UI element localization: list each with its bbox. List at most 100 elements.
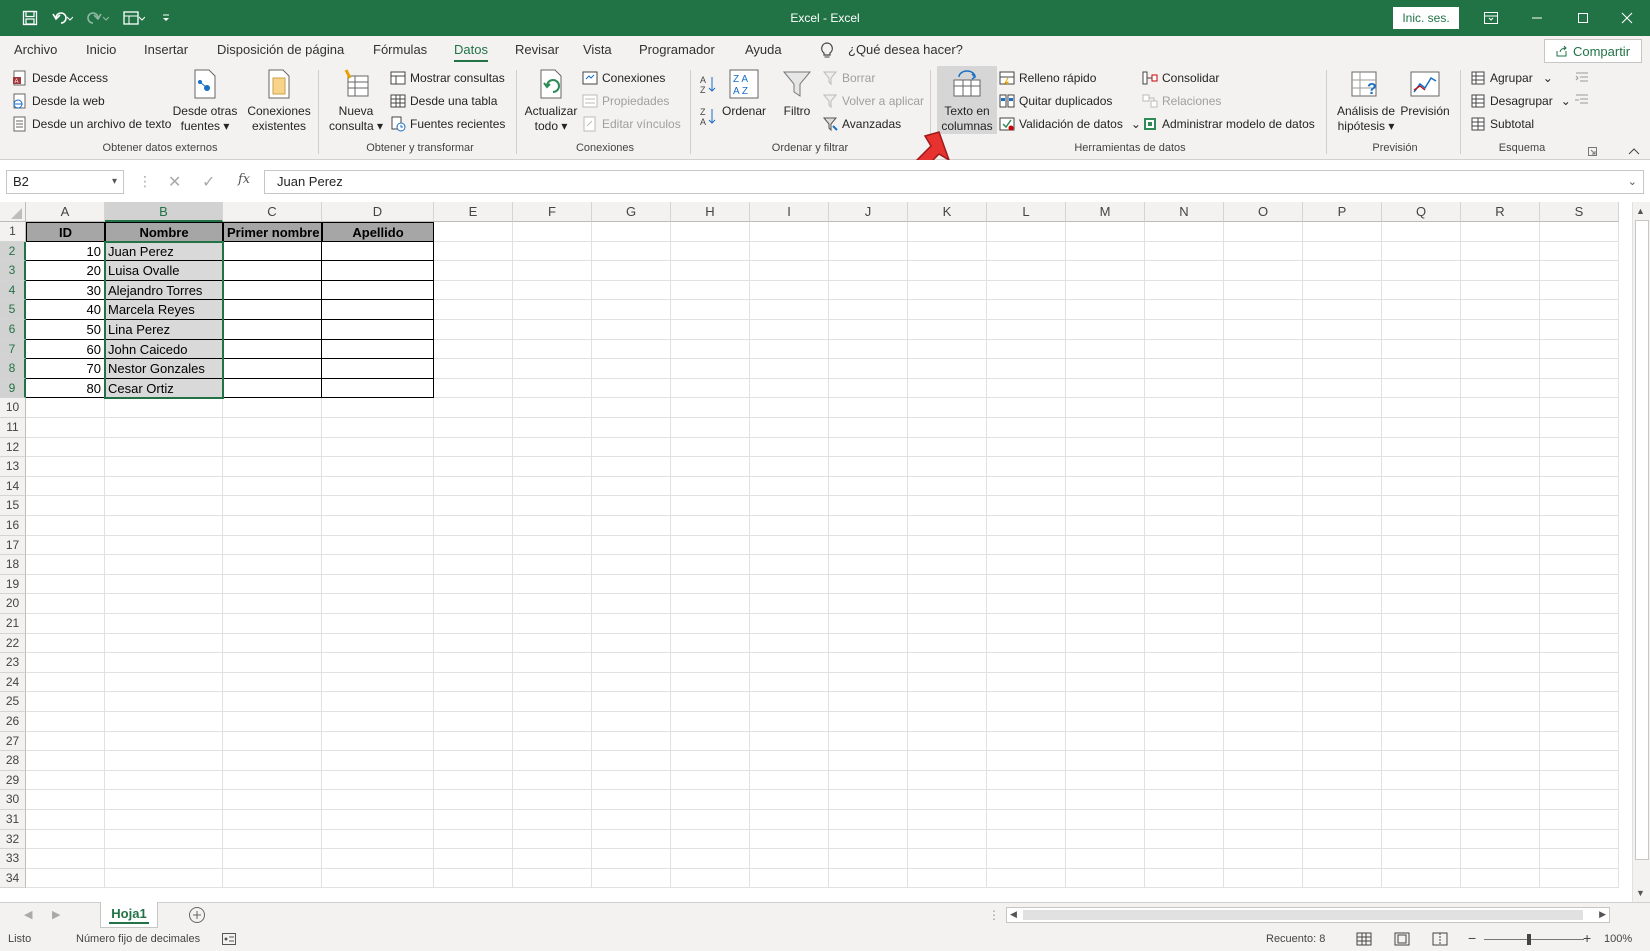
cell[interactable] — [671, 359, 750, 379]
select-all-corner[interactable] — [0, 202, 26, 222]
cell[interactable] — [987, 712, 1066, 732]
h-scroll-thumb[interactable] — [1023, 910, 1583, 920]
cell[interactable] — [1461, 359, 1540, 379]
table-cell-id[interactable]: 40 — [26, 300, 105, 320]
cell[interactable] — [434, 614, 513, 634]
cell[interactable] — [434, 712, 513, 732]
cell[interactable] — [1224, 653, 1303, 673]
cell[interactable] — [322, 398, 434, 418]
cell[interactable] — [26, 535, 105, 556]
cell[interactable] — [829, 653, 908, 673]
cell[interactable] — [434, 339, 513, 360]
cell[interactable] — [223, 653, 322, 673]
cell[interactable] — [1461, 614, 1540, 634]
cell[interactable] — [513, 790, 592, 810]
column-header[interactable]: R — [1461, 202, 1540, 222]
tab-disposicion[interactable]: Disposición de página — [217, 42, 344, 57]
cell[interactable] — [987, 790, 1066, 810]
chevron-down-icon[interactable]: ▾ — [112, 171, 117, 193]
cell[interactable] — [1461, 516, 1540, 536]
tab-revisar[interactable]: Revisar — [515, 42, 559, 57]
cell[interactable] — [322, 731, 434, 752]
tab-archivo[interactable]: Archivo — [14, 42, 57, 57]
cell[interactable] — [1382, 359, 1461, 379]
cell[interactable] — [26, 712, 105, 732]
cell[interactable] — [908, 300, 987, 320]
cell[interactable] — [1540, 731, 1619, 752]
cell[interactable] — [105, 574, 223, 595]
cell[interactable] — [1303, 712, 1382, 732]
table-cell-apellido[interactable] — [322, 339, 434, 360]
dialog-launcher-icon[interactable] — [1588, 145, 1597, 159]
analisis-hipotesis-button[interactable]: ? Análisis de hipótesis ▾ — [1332, 68, 1400, 134]
column-header[interactable]: E — [434, 202, 513, 222]
tab-ayuda[interactable]: Ayuda — [745, 42, 782, 57]
cell[interactable] — [671, 555, 750, 575]
cell[interactable] — [1224, 594, 1303, 614]
cell[interactable] — [1303, 241, 1382, 262]
cell[interactable] — [1382, 614, 1461, 634]
cell[interactable] — [829, 829, 908, 850]
cell[interactable] — [1382, 770, 1461, 791]
cell[interactable] — [1461, 672, 1540, 693]
cell[interactable] — [513, 849, 592, 869]
cell[interactable] — [223, 868, 322, 889]
cell[interactable] — [1224, 574, 1303, 595]
cell[interactable] — [1303, 653, 1382, 673]
cell[interactable] — [434, 359, 513, 379]
cell[interactable] — [513, 868, 592, 889]
cell[interactable] — [1461, 594, 1540, 614]
cell[interactable] — [513, 300, 592, 320]
column-header[interactable]: M — [1066, 202, 1145, 222]
tell-me-input[interactable]: ¿Qué desea hacer? — [848, 42, 963, 57]
cell[interactable] — [671, 457, 750, 477]
cell[interactable] — [987, 516, 1066, 536]
customize-icon[interactable] — [152, 0, 180, 36]
column-header[interactable]: Q — [1382, 202, 1461, 222]
cell[interactable] — [322, 418, 434, 438]
cell[interactable] — [987, 770, 1066, 791]
cell[interactable] — [908, 672, 987, 693]
cell[interactable] — [1382, 653, 1461, 673]
cell[interactable] — [1540, 300, 1619, 320]
cell[interactable] — [750, 535, 829, 556]
cell[interactable] — [908, 849, 987, 869]
cell[interactable] — [592, 751, 671, 771]
zoom-out-icon[interactable]: − — [1468, 930, 1476, 946]
table-cell-nombre[interactable]: Juan Perez — [105, 241, 223, 262]
cell[interactable] — [987, 418, 1066, 438]
cell[interactable] — [434, 261, 513, 281]
cell[interactable] — [1382, 535, 1461, 556]
cell[interactable] — [908, 594, 987, 614]
cell[interactable] — [1461, 574, 1540, 595]
cell[interactable] — [434, 300, 513, 320]
desde-web-button[interactable]: Desde la web — [12, 90, 105, 112]
cell[interactable] — [26, 594, 105, 614]
name-box[interactable]: B2 ▾ — [6, 170, 124, 194]
cell[interactable] — [26, 829, 105, 850]
cell[interactable] — [1540, 868, 1619, 889]
table-cell-primer-nombre[interactable] — [223, 359, 322, 379]
cell[interactable] — [829, 868, 908, 889]
cell[interactable] — [26, 770, 105, 791]
cell[interactable] — [671, 418, 750, 438]
cell[interactable] — [434, 378, 513, 399]
cell[interactable] — [829, 555, 908, 575]
cell[interactable] — [987, 241, 1066, 262]
consolidar-button[interactable]: Consolidar — [1142, 67, 1219, 89]
cell[interactable] — [829, 398, 908, 418]
cell[interactable] — [1540, 222, 1619, 242]
sign-in-button[interactable]: Inic. ses. — [1393, 7, 1459, 29]
cell[interactable] — [987, 594, 1066, 614]
cell[interactable] — [829, 457, 908, 477]
cell[interactable] — [322, 594, 434, 614]
cell[interactable] — [1382, 418, 1461, 438]
scroll-thumb[interactable] — [1635, 220, 1649, 860]
cell[interactable] — [750, 359, 829, 379]
cell[interactable] — [750, 770, 829, 791]
cell[interactable] — [1224, 516, 1303, 536]
chevron-down-icon[interactable]: ⌄ — [1543, 71, 1553, 85]
row-header[interactable]: 31 — [0, 810, 26, 830]
tab-insertar[interactable]: Insertar — [144, 42, 188, 57]
cell[interactable] — [592, 614, 671, 634]
